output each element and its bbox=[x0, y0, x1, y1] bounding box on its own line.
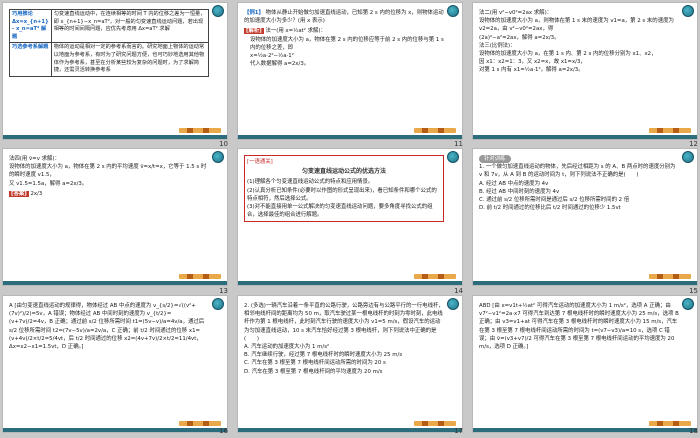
table-key: 巧用推论 Δx=x_{n+1} - x_n=aT² 解题 bbox=[9, 9, 52, 44]
question-line: 2. (多选)一辆汽车沿着一条平直的公路行驶，公路旁边有与公路平行的一行电线杆，… bbox=[244, 303, 444, 342]
example-title: 【例1】 bbox=[244, 10, 264, 16]
nav-buttons[interactable] bbox=[649, 128, 691, 133]
option-c: C. 通过前 s/2 位移所需时间是通过后 s/2 位移所需时间的 2 倍 bbox=[479, 197, 630, 204]
logo-icon bbox=[212, 151, 224, 163]
slide-number: 15 bbox=[689, 287, 698, 295]
slide-10[interactable]: 巧用推论 Δx=x_{n+1} - x_n=aT² 解题 匀变速直线运动中，在连… bbox=[2, 2, 228, 140]
summary-tag: [一语通关] bbox=[247, 159, 273, 165]
slide-content: [一语通关] 匀变速直线运动公式的优选方法 (1)理解各个匀变速直线运动公式的特… bbox=[244, 155, 444, 271]
solution-line: 又 v1.5=1.5a，解得 a=2x/3。 bbox=[9, 180, 88, 187]
bottom-bar bbox=[238, 135, 462, 139]
slide-18[interactable]: ABD [由 x=v1t+½at² 可得汽车运动的加速度大小为 1 m/s²，选… bbox=[472, 295, 698, 433]
question-text: 物体从静止开始做匀加速直线运动，已知第 2 s 内的位移为 x，则物体运动的加速… bbox=[244, 10, 444, 25]
method-table: 巧用推论 Δx=x_{n+1} - x_n=aT² 解题 匀变速直线运动中，在连… bbox=[9, 9, 209, 77]
solution-line: 设物体的加速度大小为 a，在第 1 s 内、第 2 s 内的位移分别为 x1、x… bbox=[479, 51, 657, 58]
logo-icon bbox=[682, 5, 694, 17]
bottom-bar bbox=[473, 135, 697, 139]
solution-line: 因 x1：x2=1：3，又 x2=x，故 x1=x/3， bbox=[479, 59, 586, 66]
answer-text: 2x/3 bbox=[30, 190, 43, 197]
question-line: 1. 一个做匀加速直线运动的物体，先后经过相距为 s 的 A、B 两点时的速度分… bbox=[479, 164, 676, 179]
nav-buttons[interactable] bbox=[179, 421, 221, 426]
slide-content: 2. (多选)一辆汽车沿着一条平直的公路行驶，公路旁边有与公路平行的一行电线杆，… bbox=[244, 302, 444, 418]
slide-number: 12 bbox=[689, 140, 698, 148]
solution-line: 法二(用 v²−v0²=2ax 求解)： bbox=[479, 10, 553, 16]
solution-line: (2a)²−a²=2ax，解得 a=2x/3。 bbox=[479, 34, 560, 41]
solution-line: 设物体的加速度大小为 a，则物体在第 1 s 末的速度为 v1=a，第 2 s … bbox=[479, 18, 674, 33]
solution-line: 对第 1 s 内有 x1=½a·1²，解得 a=2x/3。 bbox=[479, 67, 584, 74]
slide-11[interactable]: 【例1】 物体从静止开始做匀加速直线运动，已知第 2 s 内的位移为 x，则物体… bbox=[237, 2, 463, 140]
solution-paragraph: A [由匀变速直线运动的规律得，物体经过 AB 中点的速度为 v_{s/2}=√… bbox=[9, 303, 205, 351]
logo-icon bbox=[447, 151, 459, 163]
table-row: 巧选参考系解题 物体的运动是相对一定的参考系而言的。研究地面上物体的运动常以地面… bbox=[9, 42, 209, 77]
slide-14[interactable]: [一语通关] 匀变速直线运动公式的优选方法 (1)理解各个匀变速直线运动公式的特… bbox=[237, 148, 463, 286]
slide-content: 法二(用 v²−v0²=2ax 求解)： 设物体的加速度大小为 a，则物体在第 … bbox=[479, 9, 679, 125]
table-value: 物体的运动是相对一定的参考系而言的。研究地面上物体的运动常以地面为参考系，有时为… bbox=[50, 42, 209, 77]
slide-number: 16 bbox=[219, 427, 228, 435]
bottom-bar bbox=[3, 135, 227, 139]
solution-line: 法三(比例法)： bbox=[479, 42, 516, 49]
slide-number: 13 bbox=[219, 287, 228, 295]
slide-number: 14 bbox=[454, 287, 463, 295]
solution-line: 代入数据解得 a=2x/3。 bbox=[250, 61, 310, 68]
slide-17[interactable]: 2. (多选)一辆汽车沿着一条平直的公路行驶，公路旁边有与公路平行的一行电线杆，… bbox=[237, 295, 463, 433]
slide-content: 巧用推论 Δx=x_{n+1} - x_n=aT² 解题 匀变速直线运动中，在连… bbox=[9, 9, 209, 125]
option-d: D. 前 t/2 时间通过的位移比后 t/2 时间通过的位移少 1.5vt bbox=[479, 205, 621, 212]
nav-buttons[interactable] bbox=[179, 128, 221, 133]
slide-number: 10 bbox=[219, 140, 228, 148]
summary-box: [一语通关] 匀变速直线运动公式的优选方法 (1)理解各个匀变速直线运动公式的特… bbox=[244, 155, 444, 223]
logo-icon bbox=[447, 5, 459, 17]
logo-icon bbox=[682, 298, 694, 310]
table-row: 巧用推论 Δx=x_{n+1} - x_n=aT² 解题 匀变速直线运动中，在连… bbox=[9, 9, 209, 44]
logo-icon bbox=[447, 298, 459, 310]
practice-pill: 针对训练 bbox=[479, 155, 511, 164]
bottom-bar bbox=[3, 281, 227, 285]
slide-number: 11 bbox=[454, 140, 463, 148]
slide-number: 18 bbox=[689, 427, 698, 435]
option-d: D. 汽车在第 3 根至第 7 根电线杆间的平均速度为 20 m/s bbox=[244, 368, 383, 375]
method-label: 法一(用 x=½at² 求解)： bbox=[265, 28, 326, 35]
solution-line: x=½a·2²−½a·1² bbox=[250, 53, 294, 60]
logo-icon bbox=[212, 298, 224, 310]
bottom-bar bbox=[473, 281, 697, 285]
solution-line: 设物体的加速度大小为 a，物体在第 2 s 内的平均速度 v̄=x/t=x，它等… bbox=[9, 164, 207, 179]
table-key: 巧选参考系解题 bbox=[9, 42, 52, 77]
slide-15[interactable]: 针对训练 1. 一个做匀加速直线运动的物体，先后经过相距为 s 的 A、B 两点… bbox=[472, 148, 698, 286]
slide-16[interactable]: A [由匀变速直线运动的规律得，物体经过 AB 中点的速度为 v_{s/2}=√… bbox=[2, 295, 228, 433]
summary-line: (2)认真分析已知条件(必要时以作图的形式呈现出来)，看已知条件和哪个公式的特点… bbox=[247, 187, 437, 202]
nav-buttons[interactable] bbox=[414, 421, 456, 426]
option-b: B. 汽车继续行驶，经过第 7 根电线杆时的瞬时速度大小为 25 m/s bbox=[244, 352, 403, 359]
nav-buttons[interactable] bbox=[649, 274, 691, 279]
solution-paragraph: ABD [由 x=v1t+½at² 可得汽车运动的加速度大小为 1 m/s²，选… bbox=[479, 303, 679, 351]
slide-content: ABD [由 x=v1t+½at² 可得汽车运动的加速度大小为 1 m/s²，选… bbox=[479, 302, 679, 418]
option-c: C. 汽车在第 3 根至第 7 根电线杆间运动所需的时间为 20 s bbox=[244, 360, 386, 367]
slide-12[interactable]: 法二(用 v²−v0²=2ax 求解)： 设物体的加速度大小为 a，则物体在第 … bbox=[472, 2, 698, 140]
slide-content: 【例1】 物体从静止开始做匀加速直线运动，已知第 2 s 内的位移为 x，则物体… bbox=[244, 9, 444, 125]
nav-buttons[interactable] bbox=[414, 128, 456, 133]
solution-line: 法四(用 v̄=v 求解)： bbox=[9, 156, 60, 162]
logo-icon bbox=[212, 5, 224, 17]
slide-content: 法四(用 v̄=v 求解)： 设物体的加速度大小为 a，物体在第 2 s 内的平… bbox=[9, 155, 209, 271]
slide-13[interactable]: 法四(用 v̄=v 求解)： 设物体的加速度大小为 a，物体在第 2 s 内的平… bbox=[2, 148, 228, 286]
slide-number: 17 bbox=[454, 427, 463, 435]
option-b: B. 经过 AB 中间时刻的速度为 4v bbox=[479, 188, 560, 195]
nav-buttons[interactable] bbox=[649, 421, 691, 426]
analysis-tag: [解析] bbox=[244, 28, 264, 35]
slide-content: 针对训练 1. 一个做匀加速直线运动的物体，先后经过相距为 s 的 A、B 两点… bbox=[479, 155, 679, 271]
summary-line: (1)理解各个匀变速直线运动公式的特点和应用情景。 bbox=[247, 179, 374, 186]
slide-grid: 巧用推论 Δx=x_{n+1} - x_n=aT² 解题 匀变速直线运动中，在连… bbox=[0, 0, 700, 438]
summary-line: (3)对不能直接用单一公式解决的匀变速直线运动问题，要多角度寻找公式的组合，选择… bbox=[247, 204, 433, 219]
table-value: 匀变速直线运动中，在连续相等的时间 T 内的位移之差为一恒量，即 x_{n+1}… bbox=[50, 9, 209, 44]
solution-line: 设物体的加速度大小为 a，物体在第 2 s 内的位移应等于前 2 s 内的位移与… bbox=[250, 36, 444, 51]
bottom-bar bbox=[238, 281, 462, 285]
option-a: A. 经过 AB 中点的速度为 4v bbox=[479, 180, 549, 187]
slide-content: A [由匀变速直线运动的规律得，物体经过 AB 中点的速度为 v_{s/2}=√… bbox=[9, 302, 209, 418]
nav-buttons[interactable] bbox=[414, 274, 456, 279]
option-a: A. 汽车运动的加速度大小为 1 m/s² bbox=[244, 344, 330, 351]
logo-icon bbox=[682, 151, 694, 163]
nav-buttons[interactable] bbox=[179, 274, 221, 279]
summary-title: 匀变速直线运动公式的优选方法 bbox=[301, 168, 386, 176]
answer-tag: [答案] bbox=[9, 190, 29, 197]
